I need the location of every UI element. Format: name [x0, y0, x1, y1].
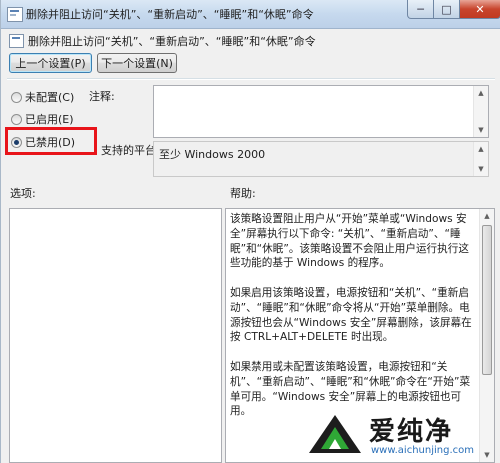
title-bar[interactable]: 删除并阻止访问“关机”、“重新启动”、“睡眠”和“休眠”命令 ─ □ ✕ [1, 0, 500, 29]
previous-setting-button[interactable]: 上一个设置(P) [9, 53, 92, 73]
header-divider [7, 78, 495, 80]
help-paragraph: 该策略设置阻止用户从“开始”菜单或“Windows 安全”屏幕执行以下命令: “… [230, 213, 469, 270]
scroll-down-icon[interactable]: ▼ [474, 123, 488, 137]
maximize-button[interactable]: □ [433, 0, 460, 19]
policy-settings-icon [7, 7, 23, 22]
help-label: 帮助: [230, 187, 256, 200]
watermark-url: www.aichunjing.com [371, 445, 474, 456]
maximize-icon: □ [441, 2, 452, 16]
supported-platform-label: 支持的平台: [101, 144, 160, 157]
scroll-up-icon[interactable]: ▲ [480, 209, 494, 223]
scroll-up-icon[interactable]: ▲ [474, 86, 488, 100]
help-text: 该策略设置阻止用户从“开始”菜单或“Windows 安全”屏幕执行以下命令: “… [230, 212, 476, 434]
next-setting-button[interactable]: 下一个设置(N) [97, 53, 177, 73]
comment-scrollbar[interactable]: ▲ ▼ [473, 86, 488, 137]
minimize-button[interactable]: ─ [407, 0, 434, 19]
radio-button[interactable] [11, 113, 22, 125]
red-highlight-box [5, 127, 97, 155]
radio-enabled[interactable]: 已启用(E) [11, 111, 74, 127]
window-title: 删除并阻止访问“关机”、“重新启动”、“睡眠”和“休眠”命令 [26, 8, 314, 21]
watermark-logo-icon [309, 415, 361, 453]
policy-dialog: 删除并阻止访问“关机”、“重新启动”、“睡眠”和“休眠”命令 ─ □ ✕ 删除并… [0, 0, 500, 463]
scroll-thumb[interactable] [482, 225, 492, 375]
comment-label: 注释: [89, 90, 115, 103]
close-button[interactable]: ✕ [459, 0, 500, 19]
scroll-up-icon[interactable]: ▲ [474, 142, 488, 156]
watermark: 爱纯净 www.aichunjing.com [305, 409, 500, 463]
radio-not-configured[interactable]: 未配置(C) [11, 89, 74, 105]
supported-platform-field: 至少 Windows 2000 ▲ ▼ [153, 141, 489, 177]
policy-title: 删除并阻止访问“关机”、“重新启动”、“睡眠”和“休眠”命令 [28, 35, 316, 48]
radio-button[interactable] [11, 91, 22, 103]
policy-icon [9, 34, 24, 48]
watermark-text: 爱纯净 [369, 417, 454, 447]
radio-label: 未配置(C) [25, 91, 75, 104]
comment-textarea[interactable]: ▲ ▼ [153, 85, 489, 138]
close-icon: ✕ [475, 2, 485, 16]
radio-label: 已启用(E) [25, 113, 74, 126]
options-label: 选项: [10, 187, 36, 200]
help-paragraph: 如果启用该策略设置，电源按钮和“关机”、“重新启动”、“睡眠”和“休眠”命令将从… [230, 286, 472, 344]
options-panel [9, 208, 222, 463]
supported-platform-value: 至少 Windows 2000 [159, 148, 266, 161]
minimize-icon: ─ [417, 2, 424, 16]
scroll-down-icon[interactable]: ▼ [474, 162, 488, 176]
platform-scrollbar[interactable]: ▲ ▼ [473, 142, 488, 176]
